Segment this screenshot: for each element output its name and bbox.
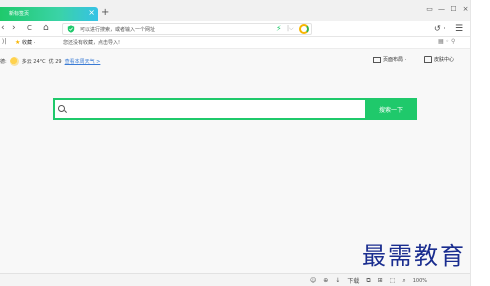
maximize-icon[interactable]: ☐ [449, 5, 458, 14]
weather-city: 德: [0, 59, 7, 65]
sidebar-toggle-icon[interactable]: ⟩| [2, 38, 6, 45]
status-extension-icon[interactable]: ⊕ [323, 277, 328, 284]
watermark-logo: 最需教育 [362, 242, 466, 270]
shirt-icon [424, 56, 432, 63]
window-close-icon[interactable]: × [461, 5, 470, 14]
refresh-icon[interactable]: C [27, 23, 32, 34]
zoom-level[interactable]: 100% [413, 278, 427, 284]
home-icon[interactable]: ⌂ [43, 23, 49, 34]
skin-center-button[interactable]: 皮肤中心 [424, 56, 454, 63]
page-layout-label: 页面布局 · [383, 57, 407, 63]
new-tab-button[interactable]: + [101, 8, 109, 18]
weekly-weather-link[interactable]: 查看本周天气 > [65, 58, 101, 65]
undo-icon[interactable]: ↺ · [434, 21, 446, 37]
shield-icon [67, 25, 75, 33]
address-bar[interactable]: 可以进行搜索，或者输入一个网址 [62, 23, 312, 35]
tab-title: 新标签页 [9, 11, 30, 17]
weather-widget: 德: 多云 24°C 优 29 查看本周天气 > [0, 57, 100, 66]
star-icon: ★ [15, 39, 21, 46]
page-layout-button[interactable]: 页面布局 · [373, 56, 406, 63]
tab-new-tab[interactable]: 新标签页 × [0, 7, 98, 21]
address-input[interactable]: 可以进行搜索，或者输入一个网址 [80, 26, 155, 33]
window-icon[interactable]: ⬚ [390, 277, 396, 284]
screenshot-icon[interactable]: ⊞ [378, 277, 383, 284]
favorites-label: 收藏 · [21, 40, 36, 46]
favorites-button[interactable]: ★ 收藏 · [15, 39, 35, 46]
window-controls: ▭ — ☐ × [425, 5, 470, 14]
status-bar: ☺ ⊕ ↓ 下载 ⧉ ⊞ ⬚ ⌕ 100% [0, 273, 470, 286]
layout-icon [373, 56, 381, 63]
address-dropdown-icon[interactable]: |⌵ [287, 21, 294, 37]
skin-center-label: 皮肤中心 [434, 57, 455, 63]
download-label[interactable]: 下载 [347, 276, 359, 285]
tab-strip: 新标签页 × + ▭ — ☐ × [0, 0, 470, 21]
cloudy-sun-icon [9, 57, 19, 66]
download-icon[interactable]: ↓ [335, 277, 340, 284]
minimize-icon[interactable]: — [437, 5, 446, 14]
tab-close-icon[interactable]: × [88, 8, 95, 18]
air-quality: 优 29 [48, 59, 62, 65]
import-favorites-link[interactable]: 您还没有收藏，点击导入! [63, 39, 120, 46]
restore-icon[interactable]: ▭ [425, 5, 434, 14]
search-input[interactable] [53, 98, 367, 120]
bookmarks-tools-icons[interactable]: ▦ ◦ ⚲ [438, 38, 455, 45]
search-box: 搜索一下 [53, 98, 417, 120]
status-icons: ☺ ⊕ ↓ 下载 ⧉ ⊞ ⬚ ⌕ 100% [310, 276, 427, 286]
forward-icon[interactable]: › [12, 23, 16, 34]
zoom-icon[interactable]: ⌕ [402, 277, 405, 285]
speed-mode-icon[interactable]: ⚡ [276, 21, 282, 37]
new-tab-page: 德: 多云 24°C 优 29 查看本周天气 > 页面布局 · 皮肤中心 搜索一… [0, 49, 470, 273]
search-engine-icon[interactable] [299, 24, 309, 34]
weather-condition: 多云 24°C [21, 59, 46, 65]
status-emoji-icon[interactable]: ☺ [310, 277, 316, 284]
search-button[interactable]: 搜索一下 [365, 98, 417, 120]
search-icon [58, 105, 65, 112]
back-icon[interactable]: ‹ [1, 23, 5, 34]
menu-icon[interactable]: ☰ [455, 21, 463, 37]
bookmarks-bar: ⟩| ★ 收藏 · 您还没有收藏，点击导入! ▦ ◦ ⚲ [0, 37, 470, 49]
window-edge [470, 0, 490, 286]
translate-icon[interactable]: ⧉ [366, 277, 370, 285]
address-toolbar: ‹ › C ⌂ 可以进行搜索，或者输入一个网址 [0, 21, 470, 37]
